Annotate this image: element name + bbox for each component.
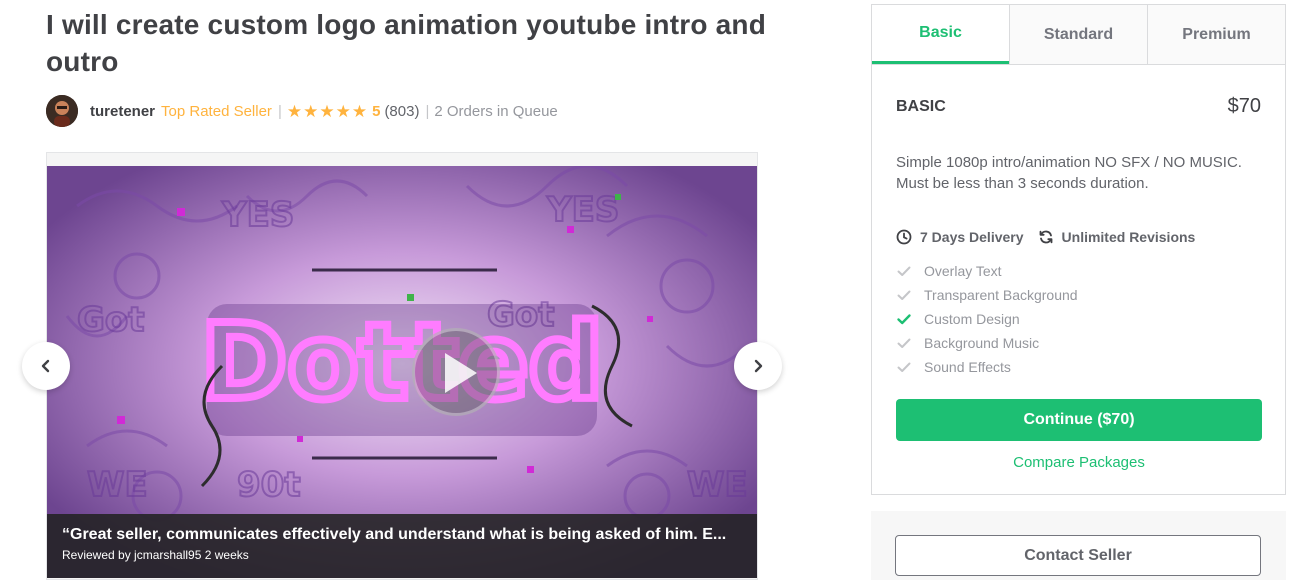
revisions-label: Unlimited Revisions xyxy=(1061,229,1196,245)
feature-label: Custom Design xyxy=(924,311,1020,327)
star-icon: ★ xyxy=(319,101,335,121)
gallery-prev-button[interactable] xyxy=(22,342,70,390)
seller-avatar[interactable] xyxy=(46,95,78,127)
chevron-right-icon xyxy=(754,359,763,373)
svg-text:90t: 90t xyxy=(237,465,301,505)
tab-standard[interactable]: Standard xyxy=(1009,5,1147,64)
review-quote: “Great seller, communicates effectively … xyxy=(62,526,727,543)
seller-level-badge: Top Rated Seller xyxy=(161,102,272,120)
package-meta: 7 Days Delivery Unlimited Revisions xyxy=(896,229,1209,245)
rating-stars: ★ ★ ★ ★ ★ xyxy=(287,103,368,120)
check-icon xyxy=(897,314,911,325)
tab-premium[interactable]: Premium xyxy=(1147,5,1285,64)
gallery-video[interactable]: YES YES Got Got WE WE 90t Dotted “Great … xyxy=(47,166,757,578)
play-icon xyxy=(445,353,477,393)
star-icon: ★ xyxy=(351,101,368,121)
svg-text:YES: YES xyxy=(546,190,619,230)
feature-item: Custom Design xyxy=(896,307,1078,331)
package-tabs: Basic Standard Premium xyxy=(872,5,1285,65)
star-icon: ★ xyxy=(335,101,351,121)
rating-count[interactable]: (803) xyxy=(384,103,419,120)
contact-seller-button[interactable]: Contact Seller xyxy=(895,535,1261,576)
feature-label: Overlay Text xyxy=(924,263,1002,279)
feature-list: Overlay Text Transparent Background Cust… xyxy=(896,259,1078,379)
review-overlay: “Great seller, communicates effectively … xyxy=(47,514,757,578)
svg-text:Got: Got xyxy=(77,300,145,340)
feature-item: Background Music xyxy=(896,331,1078,355)
feature-label: Transparent Background xyxy=(924,287,1078,303)
revisions: Unlimited Revisions xyxy=(1038,229,1196,245)
feature-item: Overlay Text xyxy=(896,259,1078,283)
review-author: Reviewed by jcmarshall95 2 weeks xyxy=(62,548,249,562)
chevron-left-icon xyxy=(41,359,50,373)
gig-title: I will create custom logo animation yout… xyxy=(46,9,767,77)
refresh-icon xyxy=(1039,230,1052,244)
seller-username[interactable]: turetener xyxy=(90,103,155,120)
feature-label: Background Music xyxy=(924,335,1040,351)
star-icon: ★ xyxy=(303,101,319,121)
check-icon xyxy=(897,362,911,372)
svg-text:YES: YES xyxy=(221,195,294,235)
delivery-time: 7 Days Delivery xyxy=(896,229,1024,245)
svg-text:WE: WE xyxy=(87,465,148,505)
thumbnail-neon-word: Dotted xyxy=(201,301,603,423)
rating-score: 5 xyxy=(372,102,381,120)
clock-icon xyxy=(896,229,912,245)
check-icon xyxy=(897,266,911,276)
divider: | xyxy=(277,102,282,120)
delivery-label: 7 Days Delivery xyxy=(920,229,1024,245)
star-icon: ★ xyxy=(286,101,303,121)
check-icon xyxy=(897,338,911,348)
svg-text:WE: WE xyxy=(687,465,748,505)
seller-overview: turetener Top Rated Seller | ★ ★ ★ ★ ★ 5 (80… xyxy=(46,95,558,127)
divider: | xyxy=(425,102,430,120)
gallery-next-button[interactable] xyxy=(734,342,782,390)
package-description: Simple 1080p intro/animation NO SFX / NO… xyxy=(896,154,1242,192)
feature-item: Transparent Background xyxy=(896,283,1078,307)
package-name: BASIC xyxy=(896,97,946,115)
continue-button[interactable]: Continue ($70) xyxy=(896,399,1262,441)
check-icon xyxy=(897,290,911,300)
contact-panel: Contact Seller xyxy=(871,511,1286,580)
package-header: BASIC $70 xyxy=(896,95,1261,118)
package-price: $70 xyxy=(1227,95,1261,117)
play-button[interactable] xyxy=(412,328,500,416)
package-box: Basic Standard Premium BASIC $70 Simple … xyxy=(871,4,1286,495)
compare-packages-link[interactable]: Compare Packages xyxy=(896,454,1262,471)
feature-item: Sound Effects xyxy=(896,355,1078,379)
tab-basic[interactable]: Basic xyxy=(872,5,1009,64)
feature-label: Sound Effects xyxy=(924,359,1011,375)
orders-in-queue: 2 Orders in Queue xyxy=(434,102,558,120)
gig-page: I will create custom logo animation yout… xyxy=(0,0,1305,580)
